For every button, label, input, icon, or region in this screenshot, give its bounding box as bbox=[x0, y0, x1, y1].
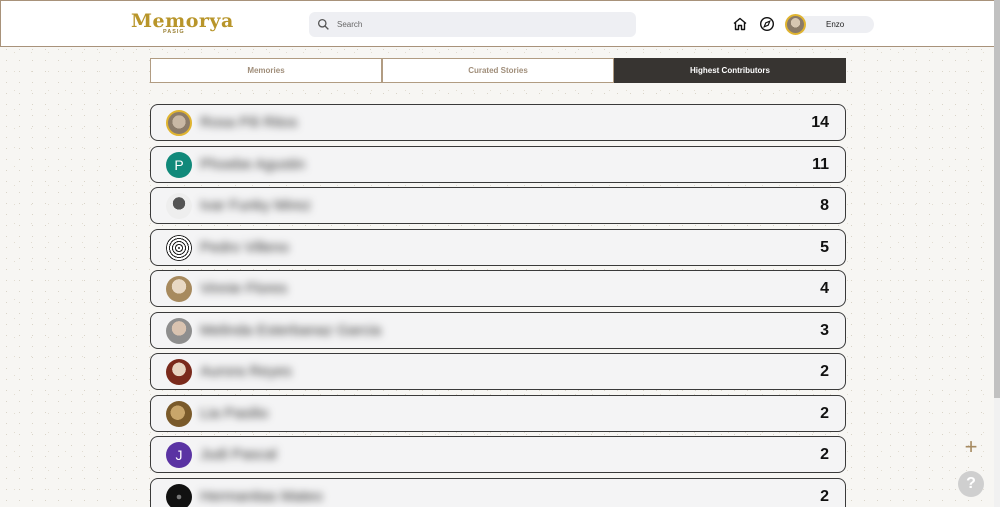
contributor-name: Phoebe Agustin bbox=[200, 155, 306, 173]
contributor-name: Lia Pasilio bbox=[200, 404, 269, 422]
contribution-count: 5 bbox=[820, 238, 829, 256]
contributor-avatar bbox=[166, 193, 192, 219]
contributor-avatar bbox=[166, 317, 192, 344]
contributor-row[interactable]: Ivar Funky Mirez 8 bbox=[150, 187, 846, 224]
contributor-avatar: P bbox=[166, 151, 192, 178]
search-placeholder: Search bbox=[337, 20, 363, 29]
top-header: Memorya PASIG Search Enzo bbox=[0, 0, 1000, 47]
contribution-count: 11 bbox=[812, 155, 829, 173]
contributor-row[interactable]: Pedro Villeno 5 bbox=[150, 228, 846, 266]
contribution-count: 2 bbox=[820, 487, 829, 505]
home-icon[interactable] bbox=[732, 16, 748, 32]
contribution-count: 4 bbox=[820, 280, 829, 297]
contributor-row[interactable]: Melinda Esterbanaz Garcia 3 bbox=[150, 311, 846, 349]
tab-highest-contributors[interactable]: Highest Contributors bbox=[614, 58, 846, 83]
plus-icon[interactable]: + bbox=[958, 434, 984, 460]
user-avatar[interactable] bbox=[785, 14, 806, 35]
contribution-count: 3 bbox=[820, 321, 829, 339]
contribution-count: 14 bbox=[811, 114, 829, 131]
contributor-avatar bbox=[166, 359, 192, 385]
help-icon[interactable]: ? bbox=[958, 471, 984, 497]
tab-curated-stories[interactable]: Curated Stories bbox=[382, 58, 614, 83]
contributor-avatar: J bbox=[166, 442, 192, 468]
memorya-logo[interactable]: Memorya PASIG bbox=[131, 10, 233, 38]
contributor-avatar bbox=[166, 400, 192, 427]
contributor-name: Pedro Villeno bbox=[200, 238, 289, 256]
scrollbar[interactable] bbox=[994, 0, 1000, 507]
contributor-row[interactable]: J Judi Pascal 2 bbox=[150, 436, 846, 473]
contributor-name: Hermanitas Mateo bbox=[200, 487, 323, 505]
contributor-avatar bbox=[166, 234, 192, 261]
contributor-name: Ivar Funky Mirez bbox=[200, 197, 311, 214]
search-bar[interactable]: Search bbox=[309, 12, 636, 37]
contributor-name: Rosa Pili Ritos bbox=[200, 114, 298, 131]
contributor-avatar bbox=[166, 276, 192, 302]
contributor-row[interactable]: P Phoebe Agustin 11 bbox=[150, 145, 846, 183]
compass-icon[interactable] bbox=[759, 16, 775, 32]
contributor-row[interactable]: Vinnie Flores 4 bbox=[150, 270, 846, 307]
contributor-row[interactable]: Rosa Pili Ritos 14 bbox=[150, 104, 846, 141]
contributor-name: Judi Pascal bbox=[200, 446, 277, 463]
contribution-count: 2 bbox=[820, 363, 829, 380]
contribution-count: 2 bbox=[820, 446, 829, 463]
contribution-count: 8 bbox=[820, 197, 829, 214]
scrollbar-thumb[interactable] bbox=[994, 0, 1000, 398]
contributor-row[interactable]: Aurora Reyes 2 bbox=[150, 353, 846, 390]
contributor-row[interactable]: Lia Pasilio 2 bbox=[150, 394, 846, 432]
contributor-row[interactable]: Hermanitas Mateo 2 bbox=[150, 477, 846, 507]
contributor-avatar bbox=[166, 483, 192, 507]
contributor-avatar bbox=[166, 110, 192, 136]
logo-subtitle: PASIG bbox=[163, 29, 185, 35]
contributor-name: Melinda Esterbanaz Garcia bbox=[200, 321, 381, 339]
tab-memories[interactable]: Memories bbox=[150, 58, 382, 83]
contributor-name: Aurora Reyes bbox=[200, 363, 292, 380]
search-icon bbox=[317, 18, 329, 30]
tab-bar: Memories Curated Stories Highest Contrib… bbox=[150, 58, 846, 83]
contributor-name: Vinnie Flores bbox=[200, 280, 288, 297]
contribution-count: 2 bbox=[820, 404, 829, 422]
user-name: Enzo bbox=[826, 20, 845, 29]
